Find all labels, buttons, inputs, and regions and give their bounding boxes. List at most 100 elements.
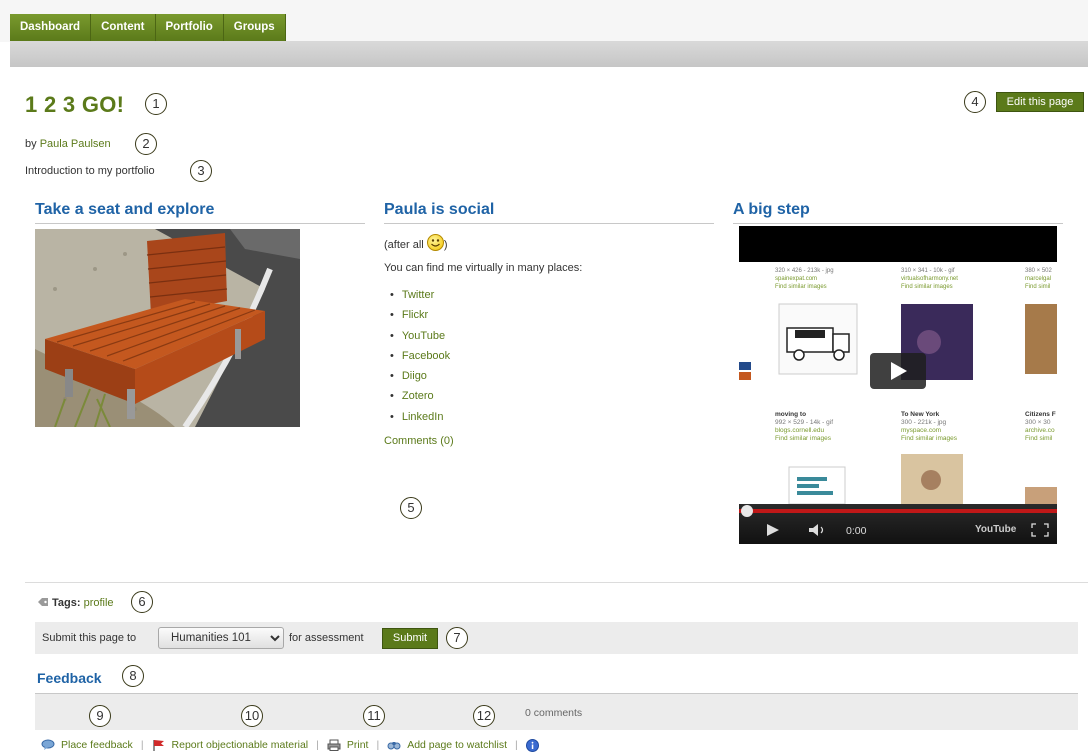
- tags-label: Tags:: [52, 597, 81, 609]
- fullscreen-icon[interactable]: [1031, 523, 1049, 537]
- print-link[interactable]: Print: [327, 739, 369, 751]
- sub-navigation-bar: [10, 41, 1088, 67]
- action-separator: |: [316, 739, 319, 751]
- tab-portfolio[interactable]: Portfolio: [155, 14, 224, 41]
- list-item: YouTube: [390, 326, 704, 346]
- action-separator: |: [376, 739, 380, 751]
- youtube-logo[interactable]: YouTube: [975, 524, 1016, 535]
- feedback-heading: Feedback: [37, 670, 102, 686]
- report-objectionable-label: Report objectionable material: [171, 739, 309, 751]
- social-links-list: Twitter Flickr YouTube Facebook Diigo Zo…: [390, 285, 704, 427]
- callout-8: 8: [122, 665, 144, 687]
- video-scrubber-handle[interactable]: [741, 505, 753, 517]
- feedback-icon: [41, 739, 55, 750]
- svg-text:300 × 30: 300 × 30: [1025, 419, 1051, 426]
- link-zotero[interactable]: Zotero: [402, 390, 434, 402]
- page-title: 1 2 3 GO!: [25, 92, 125, 117]
- list-item: Zotero: [390, 386, 704, 406]
- action-separator: |: [515, 739, 518, 751]
- after-all-close: ): [443, 239, 448, 251]
- volume-icon[interactable]: [807, 523, 829, 537]
- svg-text:marcelgal: marcelgal: [1025, 276, 1051, 282]
- svg-text:myspace.com: myspace.com: [901, 427, 941, 434]
- svg-text:320 × 426 - 213k - jpg: 320 × 426 - 213k - jpg: [775, 268, 834, 274]
- list-item: Diigo: [390, 366, 704, 386]
- svg-text:virtualsofharmony.net: virtualsofharmony.net: [901, 276, 958, 282]
- submit-suffix: for assessment: [289, 632, 364, 644]
- callout-7: 7: [446, 627, 468, 649]
- submit-button[interactable]: Submit: [382, 628, 438, 649]
- callout-1: 1: [145, 93, 167, 115]
- edit-page-button[interactable]: Edit this page: [996, 92, 1084, 112]
- block-heading-paula-is-social: Paula is social: [384, 201, 714, 224]
- comments-link[interactable]: Comments (0): [384, 435, 454, 447]
- callout-11: 11: [363, 705, 385, 727]
- submit-prefix: Submit this page to: [42, 632, 137, 644]
- tags-row: Tags: profile: [37, 597, 114, 609]
- svg-text:Find simil: Find simil: [1025, 435, 1053, 442]
- video-time: 0:00: [846, 525, 867, 537]
- link-youtube[interactable]: YouTube: [402, 330, 445, 342]
- link-linkedin[interactable]: LinkedIn: [402, 411, 444, 423]
- action-separator: |: [140, 739, 144, 751]
- svg-text:300 - 221k - jpg: 300 - 221k - jpg: [901, 419, 947, 426]
- callout-6: 6: [131, 591, 153, 613]
- author-link[interactable]: Paula Paulsen: [40, 138, 111, 150]
- video-play-control-icon[interactable]: [765, 522, 781, 538]
- comment-count: 0 comments: [525, 707, 583, 719]
- svg-text:Find similar images: Find similar images: [775, 435, 832, 442]
- watchlist-icon: [387, 742, 401, 750]
- tab-dashboard[interactable]: Dashboard: [10, 14, 92, 41]
- add-to-watchlist-label: Add page to watchlist: [407, 739, 507, 751]
- after-all-line: (after all ): [384, 234, 704, 251]
- tag-icon: [38, 598, 48, 606]
- link-twitter[interactable]: Twitter: [402, 289, 434, 301]
- submit-for-assessment-row: Submit this page to Humanities 101 for a…: [35, 622, 1078, 654]
- svg-text:Find similar images: Find similar images: [901, 435, 958, 442]
- tab-groups[interactable]: Groups: [223, 14, 286, 41]
- print-icon: [327, 739, 341, 751]
- svg-text:blogs.cornell.edu: blogs.cornell.edu: [775, 427, 825, 434]
- svg-text:380 × 502: 380 × 502: [1025, 268, 1053, 274]
- assessment-group-select[interactable]: Humanities 101: [158, 627, 284, 649]
- smiley-icon: [426, 234, 444, 251]
- link-facebook[interactable]: Facebook: [402, 350, 450, 362]
- svg-text:archive.co: archive.co: [1025, 427, 1055, 434]
- callout-10: 10: [241, 705, 263, 727]
- callout-12: 12: [473, 705, 495, 727]
- list-item: Twitter: [390, 285, 704, 305]
- block-heading-a-big-step: A big step: [733, 201, 1063, 224]
- report-objectionable-link[interactable]: Report objectionable material: [152, 739, 309, 751]
- callout-9: 9: [89, 705, 111, 727]
- place-feedback-label: Place feedback: [61, 739, 133, 751]
- tag-profile-link[interactable]: profile: [84, 597, 114, 609]
- list-item: Facebook: [390, 346, 704, 366]
- social-intro: You can find me virtually in many places…: [384, 262, 583, 274]
- social-block: (after all ) You can find me virtually i…: [384, 230, 704, 458]
- svg-text:Find simil: Find simil: [1025, 284, 1050, 290]
- video-progress-bar[interactable]: [739, 509, 1057, 513]
- add-to-watchlist-link[interactable]: Add page to watchlist: [387, 739, 507, 751]
- callout-3: 3: [190, 160, 212, 182]
- svg-text:moving to: moving to: [775, 411, 806, 418]
- callout-2: 2: [135, 133, 157, 155]
- svg-text:spainexpat.com: spainexpat.com: [775, 276, 817, 282]
- callout-4: 4: [964, 91, 986, 113]
- info-icon[interactable]: [525, 738, 539, 752]
- bench-image: [35, 229, 300, 427]
- link-diigo[interactable]: Diigo: [402, 370, 427, 382]
- block-heading-take-a-seat: Take a seat and explore: [35, 201, 365, 224]
- tab-content[interactable]: Content: [91, 14, 156, 41]
- after-all-text: (after all: [384, 239, 424, 251]
- svg-text:Find similar images: Find similar images: [901, 284, 953, 290]
- link-flickr[interactable]: Flickr: [402, 309, 428, 321]
- video-player[interactable]: 320 × 426 - 213k - jpg spainexpat.com Fi…: [739, 226, 1057, 544]
- svg-text:To New York: To New York: [901, 411, 940, 418]
- print-label: Print: [346, 739, 369, 751]
- page-description: Introduction to my portfolio: [25, 165, 155, 177]
- play-icon[interactable]: [870, 353, 926, 389]
- by-prefix: by: [25, 138, 37, 150]
- svg-text:Find similar images: Find similar images: [775, 284, 827, 290]
- list-item: LinkedIn: [390, 407, 704, 427]
- place-feedback-link[interactable]: Place feedback: [41, 739, 133, 751]
